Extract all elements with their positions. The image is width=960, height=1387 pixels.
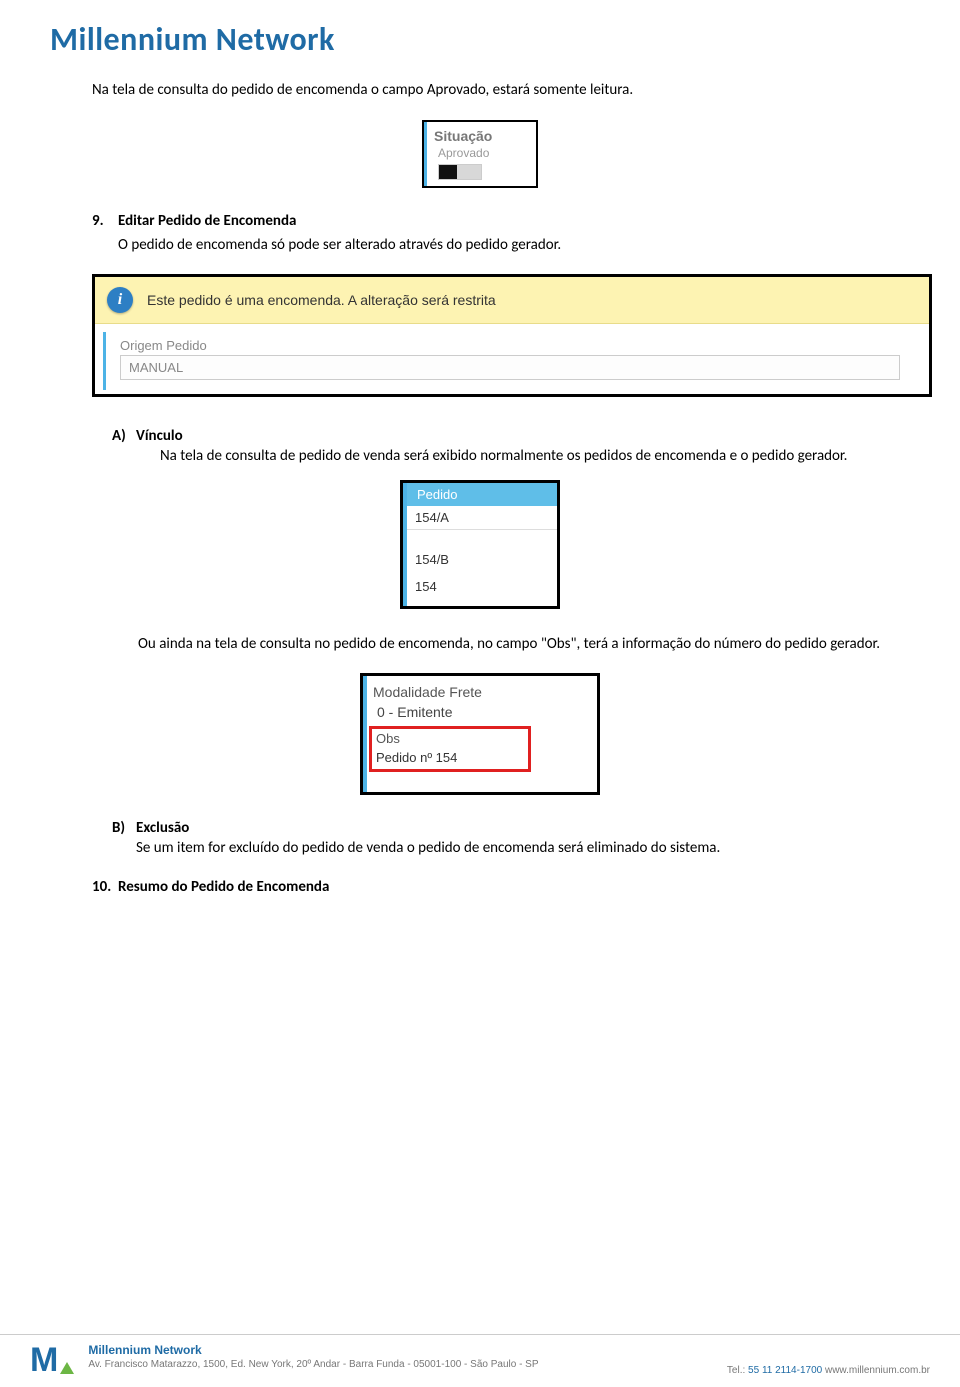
section-a-text: Na tela de consulta de pedido de venda s… (50, 445, 910, 468)
page-footer: M Millennium Network Av. Francisco Matar… (0, 1334, 960, 1377)
pedido-row: 154 (403, 575, 557, 598)
accent-bar (363, 676, 367, 792)
info-toast: i Este pedido é uma encomenda. A alteraç… (95, 277, 929, 324)
section-b-heading: B) Exclusão (50, 819, 910, 837)
obs-value: Pedido nº 154 (376, 750, 524, 765)
accent-bar (403, 483, 407, 606)
logo-m-icon: M (30, 1343, 58, 1377)
section-a-letter: A) (112, 427, 136, 445)
screenshot-situacao: Situação Aprovado (422, 120, 538, 188)
screenshot-modalidade-frete: Modalidade Frete 0 - Emitente Obs Pedido… (360, 673, 600, 795)
section-10-number: 10. (92, 878, 118, 896)
screenshot-pedido-list: Pedido 154/A 154/B 154 (400, 480, 560, 609)
section-9-number: 9. (92, 212, 118, 230)
section-b-letter: B) (112, 819, 136, 837)
footer-logo: M (30, 1343, 74, 1377)
footer-company-name: Millennium Network (88, 1343, 727, 1357)
pedido-row: 154/A (403, 506, 557, 530)
section-9-heading: 9. Editar Pedido de Encomenda (50, 212, 910, 230)
logo-triangle-icon (60, 1362, 74, 1374)
aprovado-toggle (438, 164, 482, 180)
section-b-text: Se um item for excluído do pedido de ven… (50, 837, 910, 860)
footer-address: Av. Francisco Matarazzo, 1500, Ed. New Y… (88, 1359, 727, 1370)
origem-pedido-label: Origem Pedido (120, 338, 919, 353)
section-9-title: Editar Pedido de Encomenda (118, 212, 296, 230)
frete-label: Modalidade Frete (373, 682, 591, 702)
brand-header: Millennium Network (50, 20, 910, 59)
pedido-row: 154/B (403, 548, 557, 571)
intro-paragraph: Na tela de consulta do pedido de encomen… (50, 79, 910, 102)
footer-contact: Tel.: 55 11 2114-1700 www.millennium.com… (727, 1365, 930, 1376)
section-a-title: Vínculo (136, 427, 183, 445)
obs-highlight-box: Obs Pedido nº 154 (369, 726, 531, 772)
situacao-value: Aprovado (438, 146, 530, 160)
toast-text: Este pedido é uma encomenda. A alteração… (147, 292, 496, 308)
origem-pedido-value: MANUAL (120, 355, 900, 380)
pedido-column-header: Pedido (407, 483, 557, 506)
frete-value: 0 - Emitente (377, 702, 591, 726)
section-10-heading: 10. Resumo do Pedido de Encomenda (50, 878, 910, 896)
section-10-title: Resumo do Pedido de Encomenda (118, 878, 329, 896)
origem-pedido-field: Origem Pedido MANUAL (103, 332, 929, 390)
section-b-title: Exclusão (136, 819, 189, 837)
obs-paragraph: Ou ainda na tela de consulta no pedido d… (50, 633, 910, 656)
info-icon: i (107, 287, 133, 313)
obs-label: Obs (376, 731, 524, 746)
section-9-text: O pedido de encomenda só pode ser altera… (50, 234, 910, 257)
toggle-knob (439, 165, 457, 179)
accent-bar (424, 122, 427, 186)
section-a-heading: A) Vínculo (50, 427, 910, 445)
situacao-label: Situação (434, 128, 530, 144)
screenshot-alert: i Este pedido é uma encomenda. A alteraç… (92, 274, 932, 397)
